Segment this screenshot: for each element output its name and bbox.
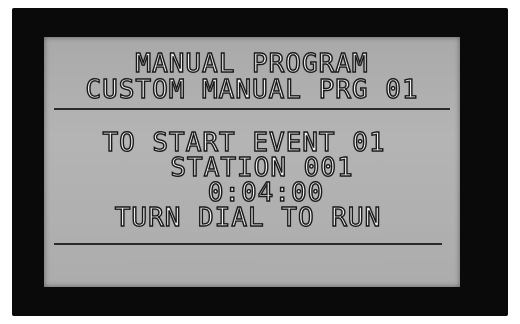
lcd-title-line: MANUAL PROGRAM	[135, 49, 369, 79]
lcd-instruction-line: TURN DIAL TO RUN	[114, 203, 382, 233]
lcd-subtitle-line: CUSTOM MANUAL PRG 01	[85, 75, 419, 105]
lcd-lower-divider	[54, 243, 442, 245]
lcd-upper-divider	[54, 108, 450, 110]
lcd-screen: MANUAL PROGRAM CUSTOM MANUAL PRG 01 TO S…	[44, 37, 460, 287]
controller-bezel: MANUAL PROGRAM CUSTOM MANUAL PRG 01 TO S…	[12, 8, 508, 316]
